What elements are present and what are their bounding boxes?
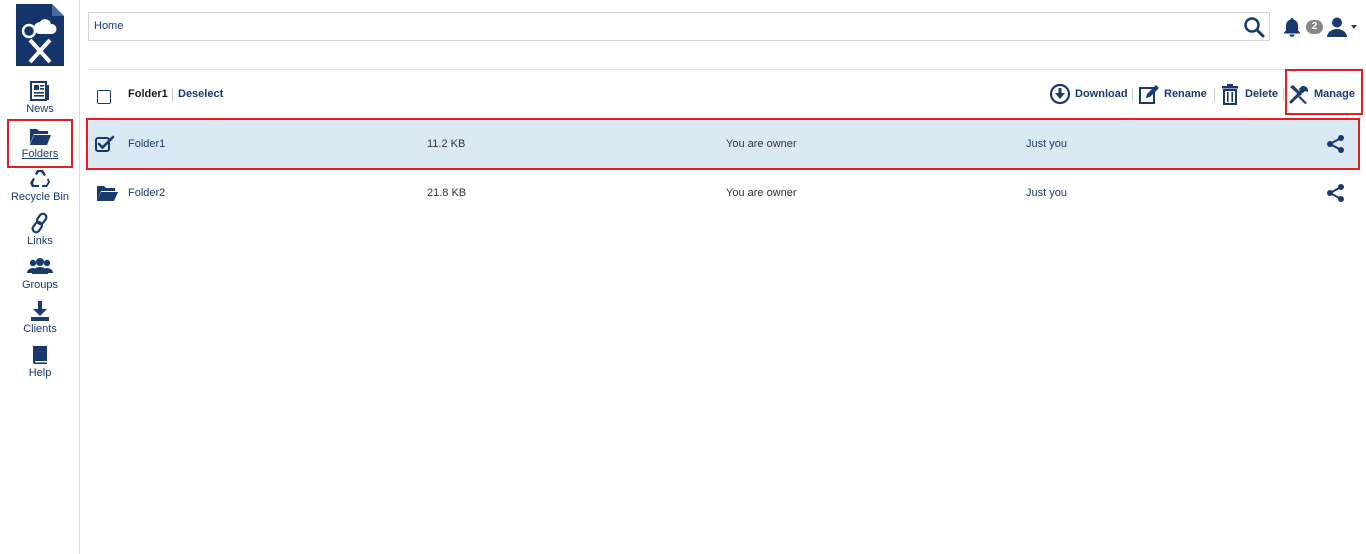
rename-label: Rename <box>1164 88 1207 100</box>
sidebar: News Folders Recycle Bin Links Groups Cl… <box>0 0 80 554</box>
breadcrumb-search-bar[interactable]: Home <box>88 12 1270 41</box>
separator <box>1214 88 1215 102</box>
separator <box>1132 88 1133 102</box>
sidebar-item-news[interactable]: News <box>0 80 80 116</box>
sidebar-item-label: Recycle Bin <box>10 191 70 203</box>
select-all-checkbox[interactable] <box>97 90 111 104</box>
bell-icon[interactable] <box>1282 17 1302 37</box>
user-icon[interactable] <box>1326 16 1348 38</box>
sidebar-item-groups[interactable]: Groups <box>0 256 80 292</box>
sidebar-item-label: Clients <box>23 323 57 335</box>
file-name[interactable]: Folder2 <box>128 187 165 199</box>
file-size: 21.8 KB <box>427 187 467 199</box>
file-owner: You are owner <box>726 138 797 150</box>
sidebar-item-help[interactable]: Help <box>0 344 80 380</box>
book-icon <box>33 346 47 364</box>
sidebar-item-label: Folders <box>21 148 59 160</box>
checked-checkbox-icon[interactable] <box>95 135 115 153</box>
separator <box>172 88 173 102</box>
download-label: Download <box>1075 88 1128 100</box>
delete-label: Delete <box>1245 88 1279 100</box>
file-name[interactable]: Folder1 <box>128 138 165 150</box>
share-icon[interactable] <box>1326 183 1346 203</box>
trash-icon <box>1222 84 1238 105</box>
shared-with-link[interactable]: Just you <box>1026 187 1067 199</box>
table-row[interactable]: Folder2 21.8 KB You are owner Just you <box>88 169 1358 217</box>
folder-open-icon <box>97 186 118 201</box>
download-button[interactable]: Download <box>1049 82 1128 106</box>
separator <box>1283 88 1284 102</box>
download-circle-icon <box>1049 83 1071 105</box>
edit-icon <box>1139 85 1159 104</box>
breadcrumb[interactable]: Home <box>94 20 123 32</box>
sidebar-item-links[interactable]: Links <box>0 212 80 248</box>
notification-badge: 2 <box>1306 20 1323 34</box>
file-size: 11.2 KB <box>427 138 466 150</box>
sidebar-item-recycle-bin[interactable]: Recycle Bin <box>0 168 80 204</box>
newspaper-icon <box>30 81 49 101</box>
delete-button[interactable]: Delete <box>1219 82 1278 106</box>
manage-highlight <box>1285 69 1363 115</box>
share-icon[interactable] <box>1326 134 1346 154</box>
sidebar-item-folders[interactable]: Folders <box>7 119 73 168</box>
shared-with-link[interactable]: Just you <box>1026 138 1067 150</box>
search-icon[interactable] <box>1243 16 1265 38</box>
deselect-link[interactable]: Deselect <box>178 88 223 100</box>
chevron-down-icon[interactable] <box>1351 25 1357 29</box>
divider <box>88 69 1358 70</box>
download-icon <box>31 301 49 321</box>
rename-button[interactable]: Rename <box>1138 82 1207 106</box>
selected-item-name: Folder1 <box>128 88 168 100</box>
file-owner: You are owner <box>726 187 797 199</box>
sidebar-item-label: Groups <box>21 279 59 291</box>
sidebar-item-label: Links <box>27 235 53 247</box>
folder-open-icon <box>30 129 51 145</box>
sidebar-item-label: News <box>26 103 54 115</box>
link-icon <box>31 212 48 234</box>
sidebar-item-label: Help <box>28 367 52 379</box>
sidebar-item-clients[interactable]: Clients <box>0 300 80 336</box>
users-icon <box>27 258 53 274</box>
selection-toolbar: Folder1 Deselect Download Rename Delete <box>88 72 1358 116</box>
table-row[interactable]: Folder1 11.2 KB You are owner Just you <box>86 118 1360 170</box>
app-logo[interactable] <box>16 4 64 66</box>
recycle-icon <box>30 170 50 187</box>
